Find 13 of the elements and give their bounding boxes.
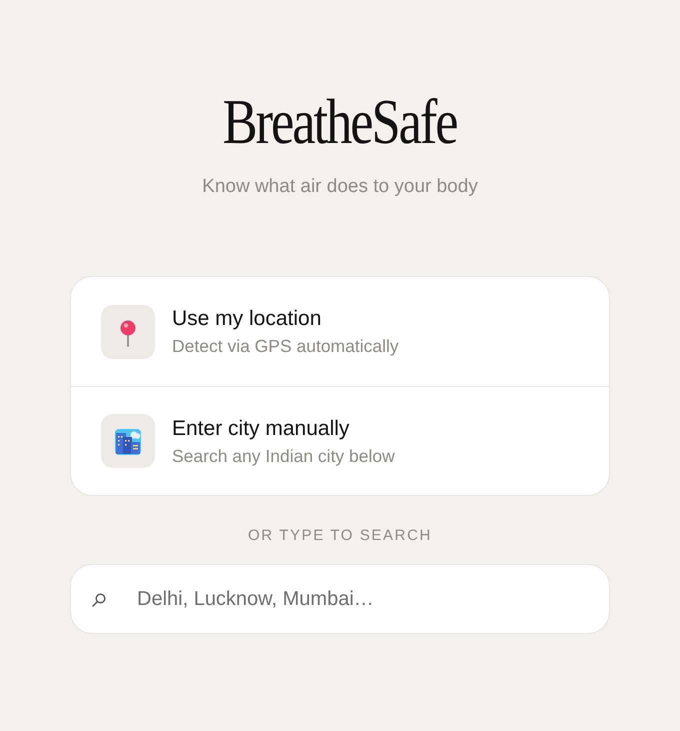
app-title: BreatheSafe <box>223 86 457 158</box>
option-button[interactable]: Enter city manually Search any Indian city below <box>71 386 609 495</box>
option-subtitle: Search any Indian city below <box>172 446 395 466</box>
search-field[interactable]: Delhi, Lucknow, Mumbai… <box>70 564 610 634</box>
option-subtitle: Detect via GPS automatically <box>172 336 399 357</box>
tagline: Know what air does to your body <box>202 175 478 198</box>
divider-label: OR TYPE TO SEARCH <box>248 527 432 545</box>
option-title: Use my location <box>172 306 322 331</box>
city-icon <box>101 414 155 468</box>
pin-icon <box>101 304 155 358</box>
search-icon <box>92 593 106 607</box>
option-title: Enter city manually <box>172 416 350 440</box>
option-button[interactable]: Use my location Detect via GPS automatically <box>71 277 609 386</box>
